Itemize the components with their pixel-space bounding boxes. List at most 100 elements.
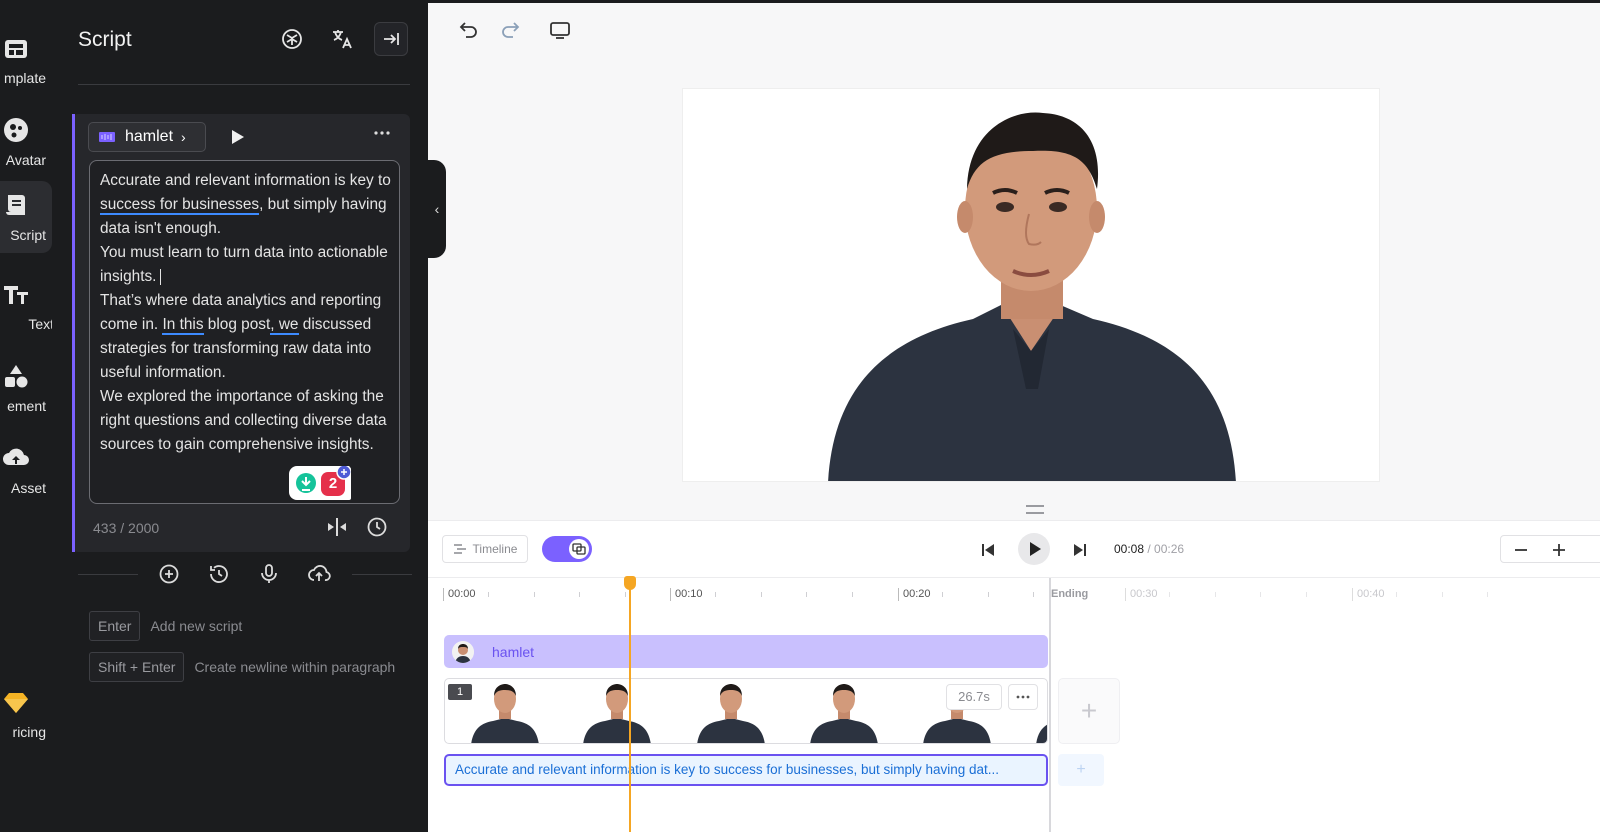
split-button[interactable] — [325, 515, 349, 539]
collapse-sidebar-tab[interactable]: ‹ — [428, 160, 446, 258]
video-thumbnail — [804, 679, 884, 743]
time-display: 00:08 / 00:26 — [1114, 542, 1184, 556]
video-thumbnail — [691, 679, 771, 743]
resize-handle[interactable] — [1026, 505, 1044, 514]
rail-label: Script — [10, 227, 46, 243]
plus-icon: + — [1080, 695, 1098, 726]
divider — [352, 574, 412, 575]
play-button[interactable] — [1018, 533, 1050, 565]
more-horizontal-icon — [1016, 695, 1030, 699]
upload-audio-button[interactable] — [307, 562, 331, 586]
play-icon — [1030, 542, 1041, 556]
add-subtitle-button[interactable]: + — [1058, 754, 1104, 786]
add-script-button[interactable] — [157, 562, 181, 586]
divider — [78, 574, 138, 575]
more-horizontal-icon — [374, 131, 390, 135]
ruler-tick — [988, 592, 989, 597]
ruler-tick — [761, 592, 762, 597]
rail-item-pricing[interactable]: ricing — [0, 676, 52, 748]
plus-icon: + — [1076, 761, 1086, 778]
time-ruler — [428, 578, 1600, 614]
upload-cloud-icon — [3, 448, 29, 465]
rail-item-avatar[interactable]: Avatar — [0, 104, 52, 176]
zoom-control — [1500, 535, 1600, 563]
grammar-underline[interactable]: In this — [162, 316, 204, 335]
avatar-face-icon — [452, 640, 474, 663]
rail-item-text[interactable]: Text — [0, 268, 54, 340]
kbd-key: Shift + Enter — [89, 652, 185, 682]
element-icon — [5, 365, 28, 388]
chevron-left-icon: ‹ — [434, 201, 440, 217]
voice-icon — [99, 132, 115, 142]
kbd-key: Enter — [89, 611, 141, 641]
undo-button[interactable] — [457, 18, 481, 42]
timeline-mode-label: Timeline — [472, 542, 518, 556]
timeline-mode-button[interactable]: Timeline — [442, 535, 528, 563]
playhead[interactable] — [629, 584, 631, 832]
ruler-tick — [1260, 592, 1261, 597]
ruler-tick — [1487, 592, 1488, 597]
voice-name: hamlet — [125, 128, 174, 145]
rail-label: Text — [28, 316, 54, 332]
script-text[interactable]: Accurate and relevant information is key… — [100, 169, 392, 457]
tick-label: 00:20 — [898, 588, 931, 601]
text-icon — [4, 286, 28, 304]
aspect-ratio-button[interactable] — [548, 18, 572, 42]
ending-marker — [1049, 578, 1051, 832]
script-more-button[interactable] — [370, 124, 394, 148]
script-segment: Accurate and relevant information is key… — [100, 172, 391, 189]
template-icon — [5, 40, 27, 58]
rail-item-asset[interactable]: Asset — [0, 432, 52, 504]
rail-label: mplate — [3, 70, 46, 86]
avatar-icon — [4, 118, 28, 142]
skip-forward-button[interactable] — [1068, 538, 1092, 562]
grammar-underline[interactable]: , we — [270, 316, 299, 335]
card-accent-bar — [72, 114, 75, 552]
script-segment: You must learn to turn data into actiona… — [100, 244, 388, 285]
video-preview[interactable] — [682, 88, 1380, 482]
script-editor[interactable]: Accurate and relevant information is key… — [89, 160, 400, 504]
skip-back-button[interactable] — [976, 538, 1000, 562]
voice-selector[interactable]: hamlet › — [88, 122, 206, 152]
add-scene-button[interactable]: + — [1058, 678, 1120, 744]
rail-item-template[interactable]: mplate — [0, 22, 52, 94]
tick-label: 00:00 — [443, 588, 476, 601]
scene-more-button[interactable] — [1008, 684, 1038, 710]
subtitle-track[interactable]: Accurate and relevant information is key… — [444, 754, 1048, 786]
play-voice-button[interactable] — [226, 126, 248, 148]
add-script-actions — [78, 562, 412, 586]
redo-button[interactable] — [498, 18, 522, 42]
history-button[interactable] — [207, 562, 231, 586]
scene-number: 1 — [448, 684, 472, 700]
rail-label: Asset — [10, 480, 46, 496]
script-segment: blog post — [203, 316, 271, 333]
hint-text: Create newline within paragraph — [194, 659, 396, 675]
zoom-in-button[interactable] — [1551, 542, 1567, 558]
collapse-panel-button[interactable] — [374, 22, 408, 56]
pause-timer-button[interactable] — [365, 515, 389, 539]
script-segment: We explored the importance of asking the… — [100, 388, 387, 453]
ruler-tick — [715, 592, 716, 597]
grammar-count: 2 — [328, 475, 338, 492]
grammar-underline[interactable]: success for businesses — [100, 196, 260, 215]
translate-button[interactable] — [325, 22, 359, 56]
hint-enter: Enter Add new script — [89, 610, 242, 642]
grammar-assistant-badge[interactable]: 2 — [289, 466, 351, 500]
timeline-controls — [428, 520, 1600, 578]
subtitle-toggle[interactable] — [542, 536, 592, 562]
panel-title: Script — [78, 28, 132, 51]
ruler-tick — [1306, 592, 1307, 597]
scene-duration: 26.7s — [946, 684, 1002, 710]
openai-icon — [282, 29, 302, 49]
avatar-track[interactable]: hamlet — [444, 635, 1048, 668]
ai-write-button[interactable] — [275, 22, 309, 56]
text-caret — [160, 268, 162, 285]
tick-label: 00:10 — [670, 588, 703, 601]
translate-icon — [333, 30, 352, 49]
microphone-button[interactable] — [257, 562, 281, 586]
zoom-out-button[interactable] — [1513, 542, 1529, 558]
playhead-handle[interactable] — [624, 576, 636, 590]
rail-item-script[interactable]: Script — [0, 181, 52, 253]
rail-item-element[interactable]: ement — [0, 350, 52, 422]
char-count: 433 / 2000 — [93, 520, 160, 536]
